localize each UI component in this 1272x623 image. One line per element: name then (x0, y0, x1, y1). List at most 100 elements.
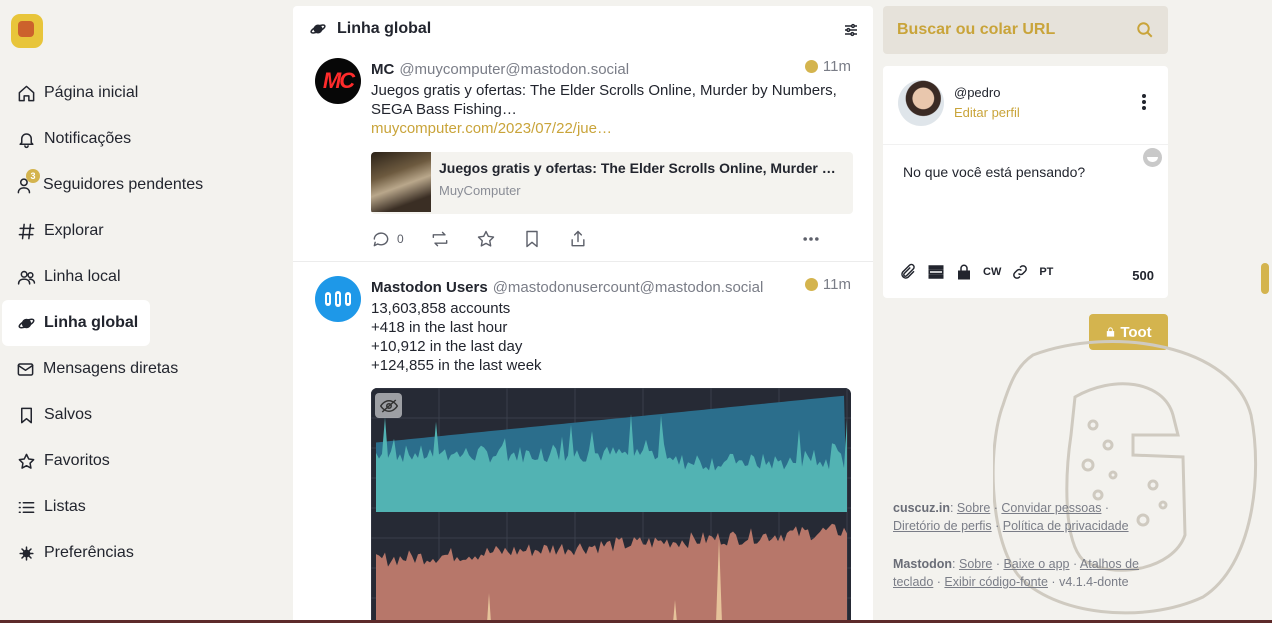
account-menu-button[interactable] (1142, 94, 1146, 112)
avatar[interactable] (898, 80, 944, 126)
compose-textarea[interactable] (883, 144, 1168, 254)
footer-about-link[interactable]: Sobre (957, 501, 990, 515)
hide-media-button[interactable] (375, 393, 402, 418)
display-name[interactable]: MC (371, 61, 394, 78)
media-attachment[interactable] (371, 388, 851, 623)
status-line: +124,855 in the last week (371, 357, 542, 374)
poll-button[interactable] (927, 263, 945, 281)
star-icon (16, 451, 36, 471)
nav-preferences-label: Preferências (44, 544, 134, 561)
boost-button[interactable] (430, 229, 450, 249)
status-item[interactable]: MC MC @muycomputer@mastodon.social 11m J… (293, 52, 873, 261)
lock-icon (958, 264, 970, 280)
bookmark-icon (525, 230, 538, 248)
favourite-button[interactable] (476, 229, 496, 249)
nav-global-timeline[interactable]: Linha global (2, 300, 150, 346)
footer-directory-link[interactable]: Diretório de perfis (893, 519, 992, 533)
list-icon (16, 497, 36, 517)
status-time[interactable]: 11m (804, 276, 851, 293)
reply-count: 0 (397, 232, 404, 246)
character-counter: 500 (1132, 268, 1154, 283)
status-item[interactable]: Mastodon Users @mastodonusercount@mastod… (293, 261, 873, 623)
status-line: 13,603,858 accounts (371, 300, 511, 317)
share-icon (571, 230, 585, 247)
more-button[interactable] (801, 229, 821, 249)
gear-icon (16, 543, 36, 563)
envelope-icon (16, 359, 35, 379)
hashtag-icon (16, 221, 36, 241)
footer-invite-link[interactable]: Convidar pessoas (1001, 501, 1101, 515)
global-timeline-column: Linha global MC MC @muycomputer@mastodon… (293, 6, 873, 623)
footer-mastodon: Mastodon (893, 557, 953, 571)
status-time[interactable]: 11m (804, 58, 851, 75)
status-avatar[interactable]: MC (315, 58, 361, 104)
nav-direct-messages[interactable]: Mensagens diretas (2, 346, 178, 392)
nav-home[interactable]: Página inicial (2, 70, 150, 116)
share-button[interactable] (568, 229, 588, 249)
status-avatar[interactable] (315, 276, 361, 322)
poll-icon (928, 265, 944, 279)
nav-explore-label: Explorar (44, 222, 104, 239)
link-preview-card[interactable]: Juegos gratis y ofertas: The Elder Scrol… (371, 152, 853, 214)
compose-panel: @pedro Editar perfil CW PT 500 (883, 66, 1168, 298)
footer-about-mastodon-link[interactable]: Sobre (959, 557, 992, 571)
link-button[interactable] (1011, 263, 1029, 281)
account-handle[interactable]: @muycomputer@mastodon.social (399, 61, 629, 78)
nav-favourites-label: Favoritos (44, 452, 110, 469)
display-name[interactable]: Mastodon Users (371, 279, 488, 296)
boost-icon (432, 231, 448, 247)
card-title: Juegos gratis y ofertas: The Elder Scrol… (439, 160, 843, 176)
footer-instance: cuscuz.in (893, 501, 950, 515)
compose-toolbar: CW PT (899, 263, 1063, 281)
bell-icon (16, 129, 36, 149)
nav-favourites[interactable]: Favoritos (2, 438, 150, 484)
nav-lists[interactable]: Listas (2, 484, 150, 530)
globe-icon (804, 278, 818, 291)
search-box[interactable] (883, 6, 1168, 54)
status-link[interactable]: muycomputer.com/2023/07/22/jue… (371, 119, 853, 138)
nav-local-timeline[interactable]: Linha local (2, 254, 150, 300)
content-warning-button[interactable]: CW (983, 266, 1001, 278)
attach-media-button[interactable] (899, 263, 917, 281)
nav-direct-messages-label: Mensagens diretas (43, 360, 179, 377)
edit-profile-link[interactable]: Editar perfil (954, 105, 1020, 120)
footer-privacy-link[interactable]: Política de privacidade (1003, 519, 1129, 533)
status-content: Juegos gratis y ofertas: The Elder Scrol… (371, 82, 837, 118)
app-logo[interactable] (11, 14, 43, 48)
planet-icon (309, 20, 327, 38)
profile-handle[interactable]: @pedro (954, 85, 1000, 100)
planet-icon (16, 313, 36, 333)
visibility-button[interactable] (955, 263, 973, 281)
search-input[interactable] (897, 21, 1136, 39)
nav-bookmarks[interactable]: Salvos (2, 392, 150, 438)
bookmark-button[interactable] (522, 229, 542, 249)
scrollbar-thumb[interactable] (1261, 263, 1269, 294)
nav-follow-requests[interactable]: 3 Seguidores pendentes (2, 162, 203, 208)
status-line: +418 in the last hour (371, 319, 508, 336)
status-actions: 0 (371, 217, 853, 261)
column-header[interactable]: Linha global (293, 6, 873, 52)
reply-button[interactable]: 0 (371, 229, 404, 249)
main-navigation: Página inicial Notificações 3 Seguidores… (2, 70, 282, 576)
footer-version: v4.1.4-donte (1059, 575, 1129, 589)
nav-preferences[interactable]: Preferências (2, 530, 150, 576)
link-icon (1013, 265, 1028, 279)
search-icon[interactable] (1136, 21, 1154, 39)
language-button[interactable]: PT (1039, 266, 1053, 278)
card-source: MuyComputer (439, 183, 521, 198)
nav-lists-label: Listas (44, 498, 86, 515)
column-settings-icon[interactable] (843, 22, 859, 43)
account-handle[interactable]: @mastodonusercount@mastodon.social (493, 279, 764, 296)
column-title: Linha global (337, 20, 432, 37)
status-content: 13,603,858 accounts +418 in the last hou… (371, 299, 853, 375)
nav-notifications[interactable]: Notificações (2, 116, 150, 162)
footer-source-link[interactable]: Exibir código-fonte (944, 575, 1048, 589)
footer-app-link[interactable]: Baixe o app (1003, 557, 1069, 571)
nav-global-timeline-label: Linha global (44, 314, 139, 331)
emoji-picker-icon[interactable] (1143, 148, 1162, 167)
star-icon (477, 230, 494, 247)
nav-explore[interactable]: Explorar (2, 208, 150, 254)
status-time-label: 11m (822, 58, 851, 75)
card-thumbnail (371, 152, 431, 212)
media-image (371, 388, 851, 623)
